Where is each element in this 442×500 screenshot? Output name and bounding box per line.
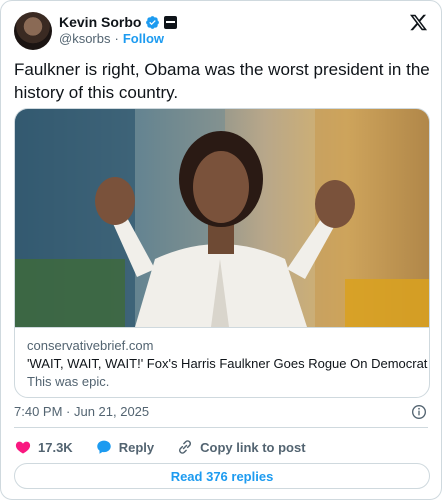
link-preview-card[interactable]: conservativebrief.com 'WAIT, WAIT, WAIT!… (14, 108, 430, 398)
news-anchor-photo (15, 109, 429, 327)
like-button[interactable]: 17.3K (14, 438, 73, 456)
copy-link-label: Copy link to post (200, 439, 306, 455)
handle-separator: · (114, 31, 119, 46)
author-name-row: Kevin Sorbo (59, 13, 178, 31)
author-handle[interactable]: @ksorbs (59, 31, 111, 46)
reply-bubble-icon (96, 440, 111, 454)
tweet-timestamp[interactable]: 7:40 PM · Jun 21, 2025 (14, 404, 149, 419)
affiliation-badge-icon (164, 15, 178, 29)
tweet-text: Faulkner is right, Obama was the worst p… (14, 60, 430, 102)
divider (14, 427, 428, 428)
link-preview-meta[interactable]: conservativebrief.com 'WAIT, WAIT, WAIT!… (15, 327, 429, 397)
info-icon[interactable] (411, 404, 427, 420)
heart-icon (15, 441, 31, 454)
link-preview-image[interactable] (15, 109, 429, 327)
link-title: 'WAIT, WAIT, WAIT!' Fox's Harris Faulkne… (27, 356, 428, 371)
reply-label: Reply (118, 439, 155, 455)
link-icon (179, 440, 192, 454)
author-avatar[interactable] (14, 12, 52, 50)
link-domain: conservativebrief.com (27, 338, 154, 353)
reply-button[interactable]: Reply (95, 438, 154, 456)
author-display-name[interactable]: Kevin Sorbo (59, 14, 141, 30)
tweet-embed-card: Kevin Sorbo @ksorbs · Follow Faulkner is… (0, 0, 442, 500)
author-handle-row: @ksorbs · Follow (59, 31, 164, 46)
verified-badge-icon (146, 15, 160, 29)
like-count: 17.3K (38, 439, 73, 455)
follow-button[interactable]: Follow (123, 31, 164, 46)
read-replies-button[interactable]: Read 376 replies (14, 463, 430, 489)
x-logo-icon[interactable] (409, 13, 428, 32)
action-bar: 17.3K Reply Copy link to post (14, 437, 328, 457)
link-description: This was epic. (27, 374, 110, 389)
copy-link-button[interactable]: Copy link to post (176, 438, 306, 456)
